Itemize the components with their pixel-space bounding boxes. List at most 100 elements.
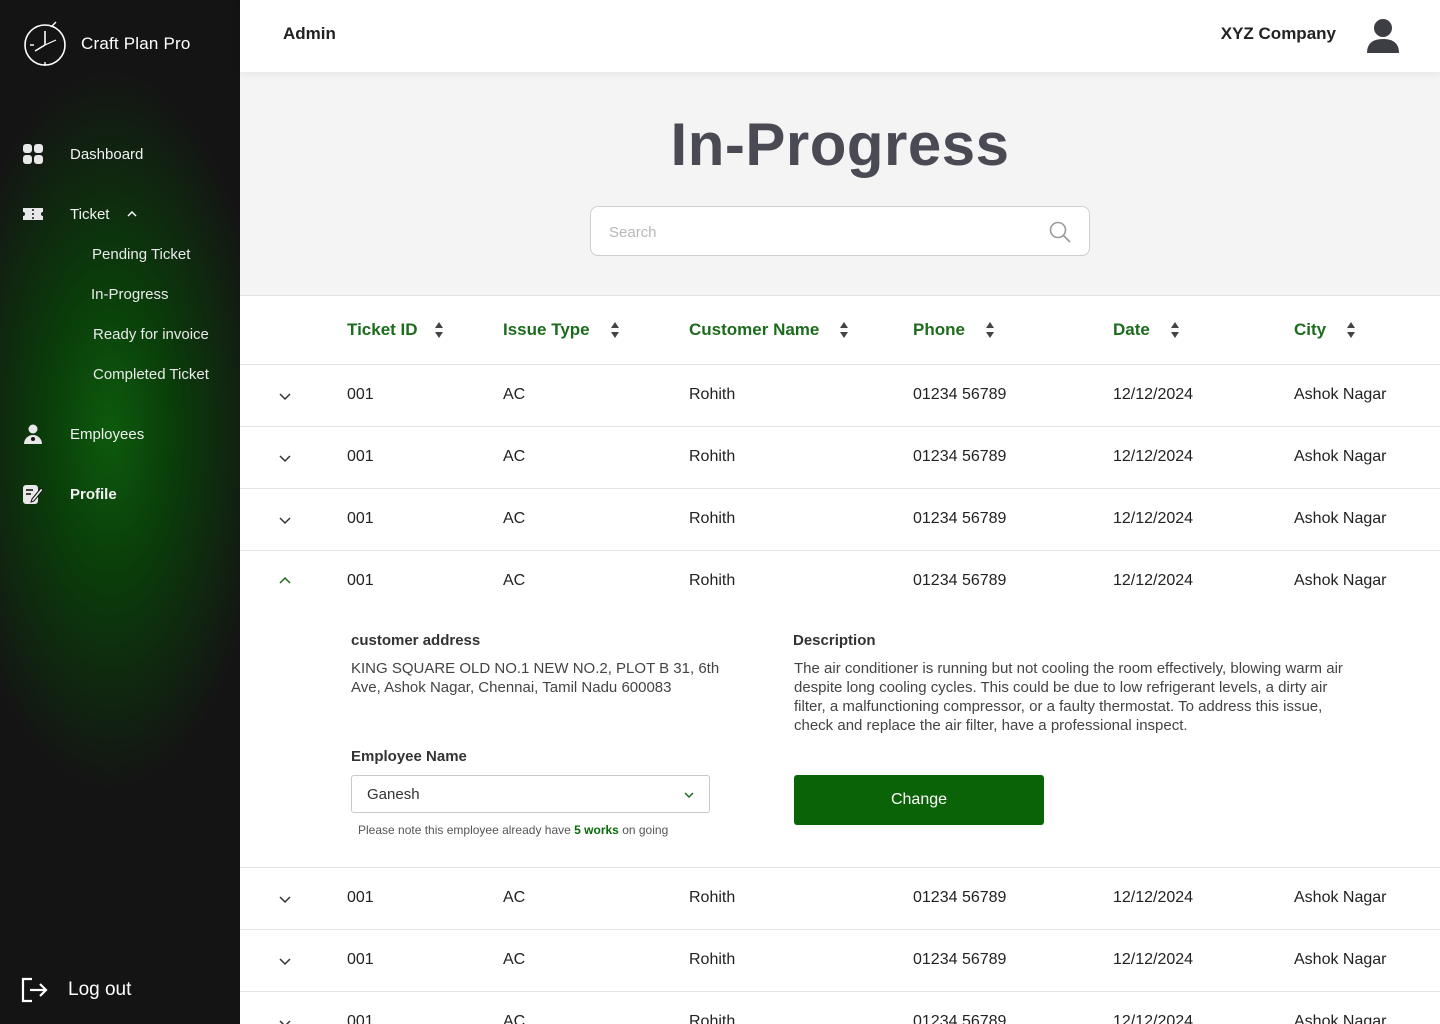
customer-address-text: KING SQUARE OLD NO.1 NEW NO.2, PLOT B 31…	[351, 659, 731, 697]
sidebar-subitem-pending-ticket[interactable]: Pending Ticket	[92, 246, 190, 263]
cell-city: Ashok Nagar	[1294, 386, 1387, 403]
description-line: check and replace the air filter, have a…	[794, 717, 1188, 734]
sidebar: Craft Plan Pro Dashboard Ticket Pending …	[0, 0, 240, 1024]
sort-icon[interactable]	[610, 321, 620, 339]
logout-icon	[21, 977, 48, 1003]
cell-city: Ashok Nagar	[1294, 889, 1387, 906]
chevron-down-icon[interactable]	[278, 892, 292, 906]
table-row[interactable]: 001 AC Rohith 01234 56789 12/12/2024 Ash…	[240, 868, 1440, 930]
user-role: Admin	[283, 24, 336, 43]
cell-ticket-id: 001	[347, 448, 374, 465]
sort-icon[interactable]	[985, 321, 995, 339]
cell-phone: 01234 56789	[913, 889, 1007, 906]
cell-ticket-id: 001	[347, 386, 374, 403]
note-highlight: 5 works	[574, 823, 619, 837]
sidebar-item-profile[interactable]: Profile	[22, 483, 117, 505]
description-line: despite long cooling cycles. This could …	[794, 679, 1328, 696]
table-row[interactable]: 001 AC Rohith 01234 56789 12/12/2024 Ash…	[240, 992, 1440, 1024]
table-row[interactable]: 001 AC Rohith 01234 56789 12/12/2024 Ash…	[240, 930, 1440, 992]
cell-city: Ashok Nagar	[1294, 1013, 1387, 1024]
chevron-down-icon[interactable]	[278, 954, 292, 968]
sort-icon[interactable]	[1346, 321, 1356, 339]
table-row-expanded: 001 AC Rohith 01234 56789 12/12/2024 Ash…	[240, 551, 1440, 868]
cell-date: 12/12/2024	[1113, 889, 1194, 906]
cell-issue-type: AC	[503, 510, 526, 527]
sidebar-subitem-ready-for-invoice[interactable]: Ready for invoice	[93, 326, 209, 343]
cell-city: Ashok Nagar	[1294, 572, 1387, 589]
note-suffix: on going	[622, 823, 669, 837]
brand[interactable]: Craft Plan Pro	[22, 18, 191, 70]
note-prefix: Please note this employee already have	[358, 823, 571, 837]
sort-icon[interactable]	[839, 321, 849, 339]
column-header-ticket-id[interactable]: Ticket ID	[347, 320, 444, 340]
column-header-phone[interactable]: Phone	[913, 320, 995, 340]
cell-ticket-id: 001	[347, 951, 374, 968]
user-avatar-icon[interactable]	[1366, 18, 1400, 54]
search-input[interactable]	[609, 219, 1029, 245]
table-row[interactable]: 001 AC Rohith 01234 56789 12/12/2024 Ash…	[240, 489, 1440, 551]
column-header-date[interactable]: Date	[1113, 320, 1180, 340]
cell-city: Ashok Nagar	[1294, 448, 1387, 465]
cell-city: Ashok Nagar	[1294, 951, 1387, 968]
table-header: Ticket ID Issue Type Customer Name Phone…	[240, 296, 1440, 365]
employee-name-label: Employee Name	[351, 748, 467, 765]
employee-select[interactable]: Ganesh	[351, 775, 710, 813]
cell-customer-name: Rohith	[689, 572, 736, 589]
column-header-customer-name[interactable]: Customer Name	[689, 320, 849, 340]
cell-phone: 01234 56789	[913, 572, 1007, 589]
chevron-up-icon[interactable]	[278, 573, 292, 587]
sidebar-subitem-in-progress[interactable]: In-Progress	[91, 286, 169, 303]
sort-icon[interactable]	[1170, 321, 1180, 339]
tickets-table: Ticket ID Issue Type Customer Name Phone…	[240, 295, 1440, 1024]
cell-issue-type: AC	[503, 1013, 526, 1024]
employee-workload-note: Please note this employee already have 5…	[358, 823, 668, 837]
sidebar-item-employees[interactable]: Employees	[22, 423, 144, 445]
clock-logo-icon	[24, 21, 66, 66]
table-row[interactable]: 001 AC Rohith 01234 56789 12/12/2024 Ash…	[240, 365, 1440, 427]
chevron-down-icon[interactable]	[278, 389, 292, 403]
column-label: Ticket ID	[347, 320, 418, 339]
chevron-down-icon[interactable]	[278, 513, 292, 527]
column-label: City	[1294, 320, 1327, 339]
table-row[interactable]: 001 AC Rohith 01234 56789 12/12/2024 Ash…	[240, 427, 1440, 489]
search-box	[590, 206, 1090, 256]
description-line: filter, a malfunctioning compressor, or …	[794, 698, 1323, 715]
cell-customer-name: Rohith	[689, 889, 736, 906]
chevron-up-icon[interactable]	[127, 209, 137, 219]
cell-phone: 01234 56789	[913, 386, 1007, 403]
cell-date: 12/12/2024	[1113, 572, 1194, 589]
cell-date: 12/12/2024	[1113, 510, 1194, 527]
cell-date: 12/12/2024	[1113, 448, 1194, 465]
description-line: The air conditioner is running but not c…	[794, 660, 1343, 677]
cell-ticket-id: 001	[347, 510, 374, 527]
cell-issue-type: AC	[503, 448, 526, 465]
cell-city: Ashok Nagar	[1294, 510, 1387, 527]
top-header: Admin XYZ Company	[240, 0, 1440, 72]
column-label: Issue Type	[503, 320, 590, 339]
ticket-icon	[22, 203, 44, 225]
cell-customer-name: Rohith	[689, 448, 736, 465]
chevron-down-icon[interactable]	[278, 451, 292, 465]
cell-issue-type: AC	[503, 951, 526, 968]
profile-edit-icon	[22, 483, 44, 505]
dashboard-grid-icon	[22, 143, 44, 165]
change-button[interactable]: Change	[794, 775, 1044, 825]
cell-phone: 01234 56789	[913, 448, 1007, 465]
column-label: Customer Name	[689, 320, 820, 339]
sort-icon[interactable]	[434, 321, 444, 339]
column-label: Phone	[913, 320, 965, 339]
sidebar-subitem-completed-ticket[interactable]: Completed Ticket	[93, 366, 209, 383]
description-label: Description	[793, 632, 876, 649]
chevron-down-icon[interactable]	[278, 1016, 292, 1024]
search-icon[interactable]	[1049, 221, 1071, 243]
sidebar-item-dashboard[interactable]: Dashboard	[22, 143, 143, 165]
column-header-city[interactable]: City	[1294, 320, 1356, 340]
cell-ticket-id: 001	[347, 1013, 374, 1024]
page-title: In-Progress	[670, 111, 1010, 178]
company-name: XYZ Company	[1220, 24, 1336, 43]
column-header-issue-type[interactable]: Issue Type	[503, 320, 620, 340]
sidebar-item-label: Dashboard	[70, 145, 144, 163]
sidebar-item-ticket[interactable]: Ticket	[22, 203, 137, 225]
chevron-down-icon	[684, 792, 694, 799]
logout-button[interactable]: Log out	[20, 976, 131, 1004]
